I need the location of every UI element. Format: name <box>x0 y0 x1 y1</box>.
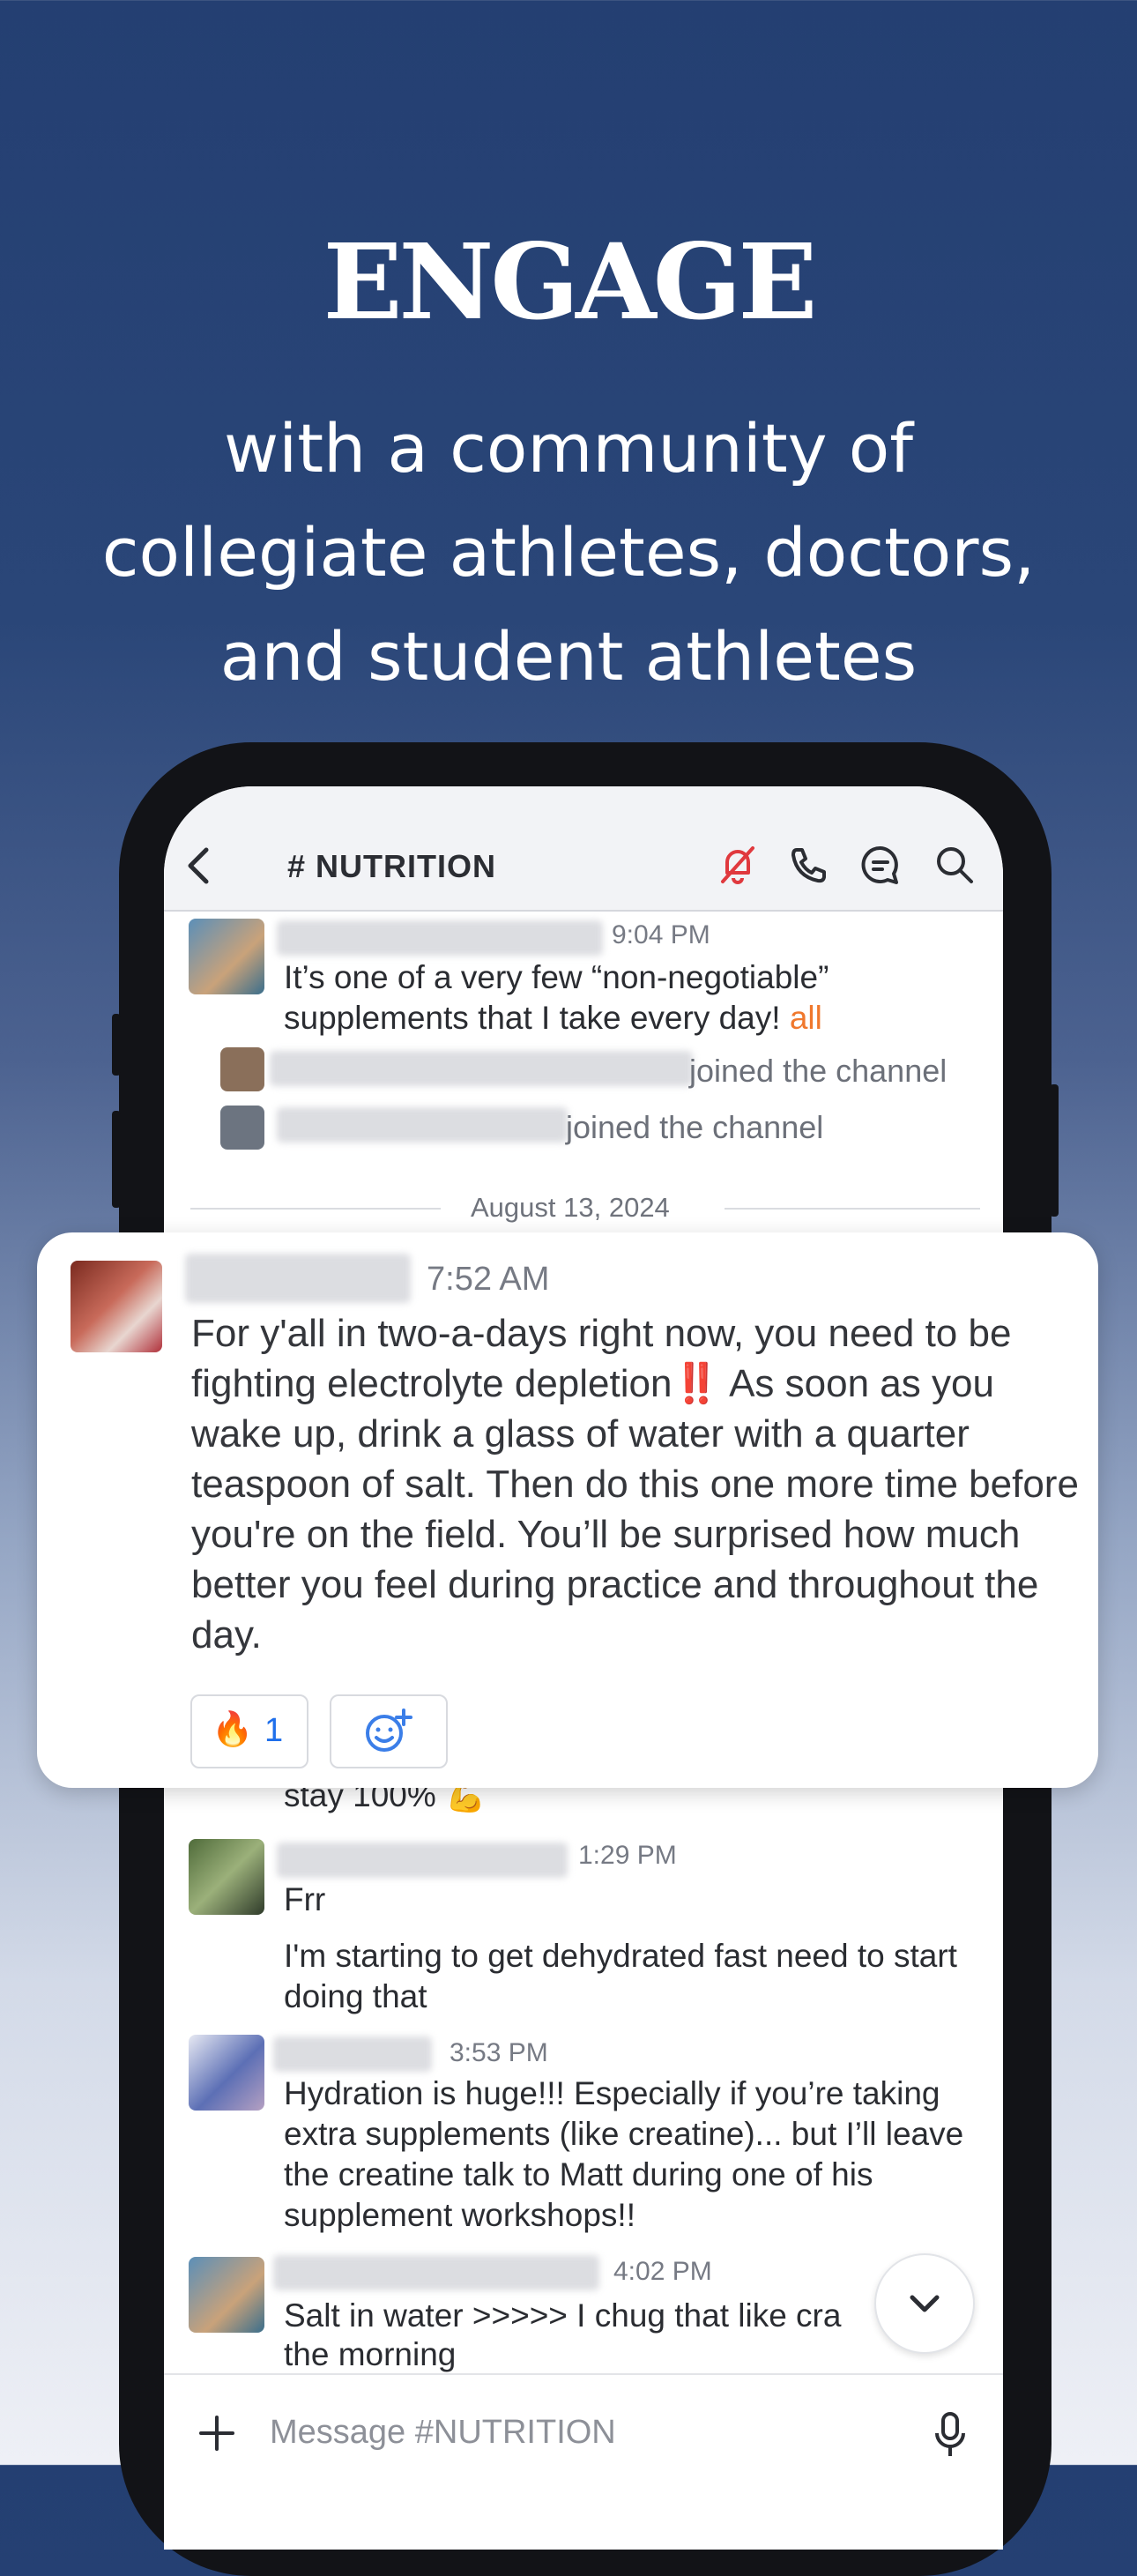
avatar[interactable] <box>189 2035 264 2111</box>
system-message: joined the channel <box>566 1109 824 1145</box>
avatar[interactable] <box>220 1047 264 1091</box>
message-time: 1:29 PM <box>578 1841 677 1870</box>
message-input[interactable]: Message #NUTRITION <box>270 2414 616 2452</box>
channel-header: # NUTRITION <box>164 786 1003 912</box>
featured-message-text: For y'all in two-a-days right now, you n… <box>191 1312 1079 1657</box>
message-time: 3:53 PM <box>450 2038 548 2067</box>
username-blurred <box>273 2036 432 2072</box>
headline: ENGAGE <box>323 220 818 343</box>
avatar[interactable] <box>189 2257 264 2333</box>
message-text: Salt in water >>>>> I chug that like cra <box>284 2297 842 2334</box>
search-icon[interactable] <box>933 843 977 887</box>
message-text: Frr <box>284 1881 326 1917</box>
reaction-fire[interactable]: 🔥 1 <box>190 1694 308 1768</box>
username-blurred <box>277 920 603 956</box>
message-composer: Message #NUTRITION <box>164 2373 1003 2550</box>
date-divider: August 13, 2024 <box>471 1192 670 1223</box>
message-text: It’s one of a very few “non-negotiable” … <box>284 959 829 1036</box>
add-reaction-icon <box>366 1709 412 1752</box>
username-blurred <box>277 1843 568 1878</box>
phone-button <box>112 1014 121 1076</box>
avatar[interactable] <box>220 1106 264 1150</box>
reaction-count: 1 <box>264 1712 284 1749</box>
plus-icon[interactable] <box>196 2412 238 2454</box>
add-reaction-button[interactable] <box>330 1694 448 1768</box>
featured-message-card: 7:52 AM For y'all in two-a-days right no… <box>37 1232 1098 1788</box>
phone-button <box>112 1111 121 1208</box>
mic-icon[interactable] <box>933 2410 968 2460</box>
divider <box>190 1208 441 1210</box>
channel-title: # NUTRITION <box>287 848 497 884</box>
thread-icon[interactable] <box>858 843 903 887</box>
mention[interactable]: all <box>790 1000 822 1036</box>
message-text: Hydration is huge!!! Especially if you’r… <box>284 2075 964 2233</box>
avatar[interactable] <box>189 1839 264 1915</box>
avatar[interactable] <box>189 919 264 994</box>
username-blurred <box>273 2255 599 2290</box>
message-time: 7:52 AM <box>427 1261 550 1298</box>
username-blurred <box>185 1254 411 1303</box>
phone-button <box>1050 1084 1059 1217</box>
system-message: joined the channel <box>689 1053 948 1089</box>
username-blurred <box>277 1107 568 1143</box>
message-text: I'm starting to get dehydrated fast need… <box>284 1938 957 2014</box>
message-time: 9:04 PM <box>612 920 710 949</box>
message-time: 4:02 PM <box>613 2257 712 2286</box>
divider <box>725 1208 980 1210</box>
username-blurred <box>270 1051 693 1086</box>
double-exclamation-emoji: ‼️ <box>672 1362 721 1405</box>
chevron-down-icon <box>910 2295 940 2312</box>
back-icon[interactable] <box>176 843 222 889</box>
message-text: the morning <box>284 2336 457 2372</box>
subheadline: with a community of collegiate athletes,… <box>101 409 1036 696</box>
scroll-to-bottom-button[interactable] <box>874 2253 975 2354</box>
fire-emoji: 🔥 <box>212 1711 254 1748</box>
avatar[interactable] <box>71 1261 162 1352</box>
mute-bell-icon[interactable] <box>716 843 760 887</box>
phone-icon[interactable] <box>786 843 830 887</box>
